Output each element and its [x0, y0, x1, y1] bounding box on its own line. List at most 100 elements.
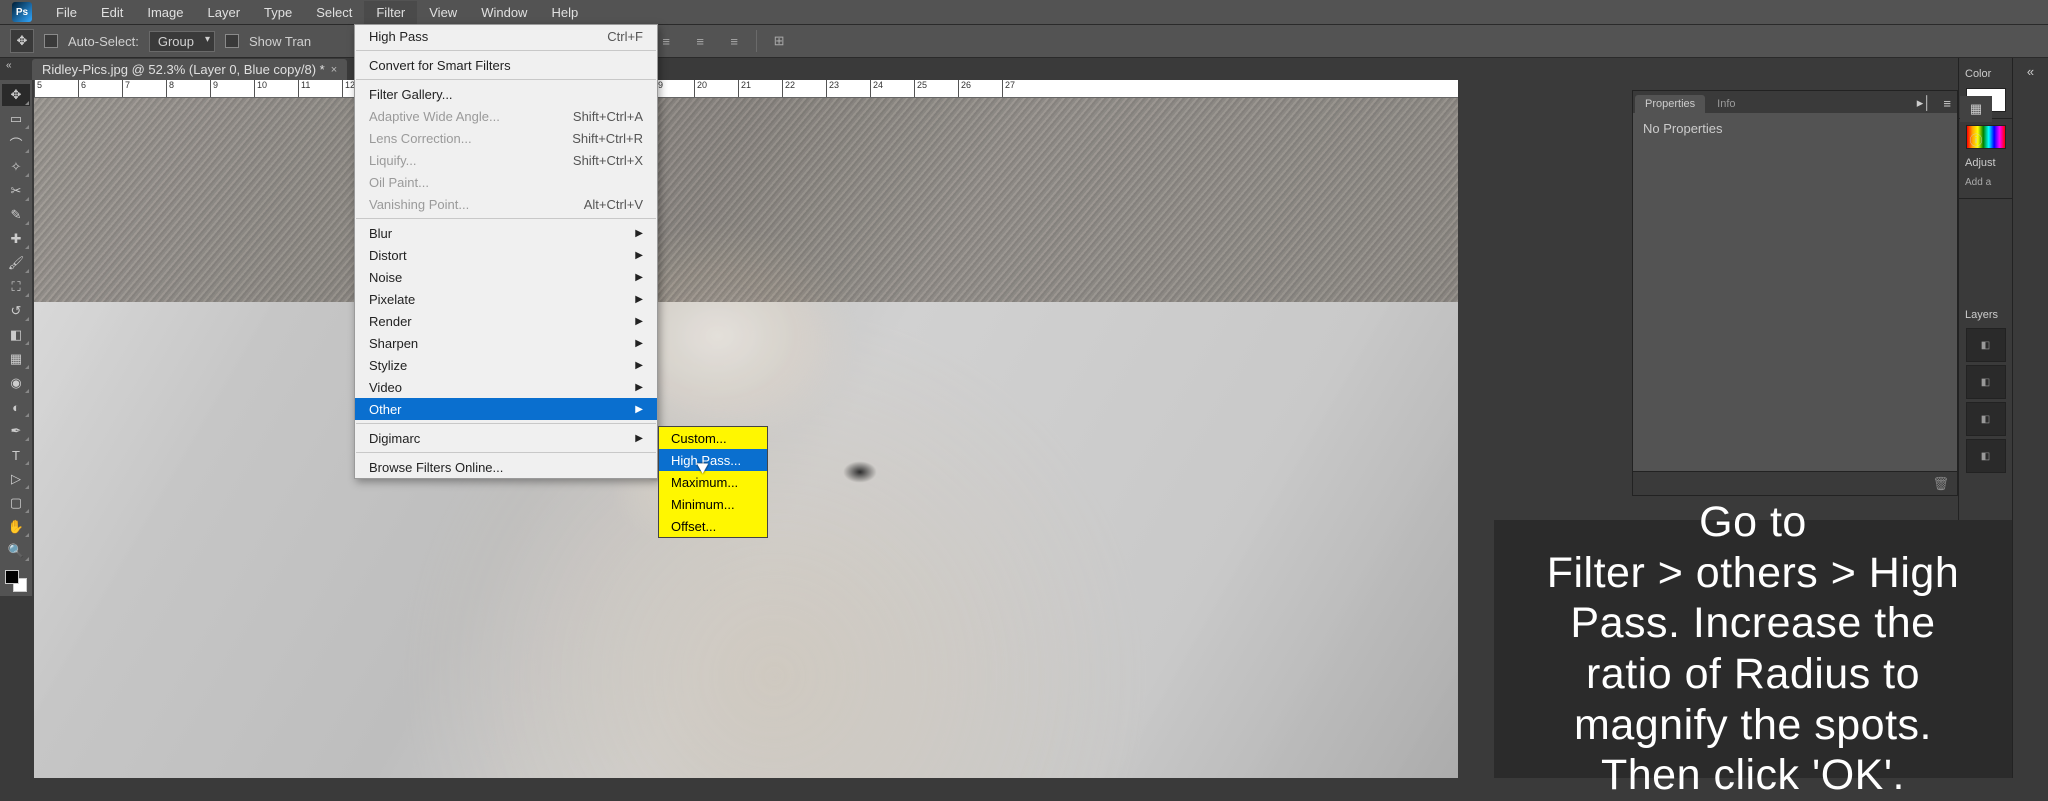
tab-info[interactable]: Info — [1707, 95, 1745, 113]
collapse-panel-icon[interactable]: ▸│ — [1911, 93, 1938, 113]
filter-adaptive-wide-angle[interactable]: Adaptive Wide Angle... Shift+Ctrl+A — [355, 105, 657, 127]
layers-panel-label[interactable]: Layers — [1959, 305, 2012, 325]
filter-stylize-group[interactable]: Stylize▶ — [355, 354, 657, 376]
tool-rect-marquee[interactable]: ▭ — [2, 108, 30, 130]
color-panel-label[interactable]: Color — [1959, 64, 2012, 84]
tool-eyedropper[interactable]: ✎ — [2, 204, 30, 226]
chevron-right-icon: ▶ — [635, 272, 643, 283]
collapse-icon[interactable]: « — [6, 60, 12, 71]
filter-lens-correction[interactable]: Lens Correction... Shift+Ctrl+R — [355, 127, 657, 149]
tool-gradient[interactable]: ▦ — [2, 348, 30, 370]
tool-history-brush[interactable]: ↺ — [2, 300, 30, 322]
filter-noise-group[interactable]: Noise▶ — [355, 266, 657, 288]
menu-select[interactable]: Select — [304, 1, 364, 24]
filter-gallery[interactable]: Filter Gallery... — [355, 83, 657, 105]
chevron-right-icon: ▶ — [635, 294, 643, 305]
histogram-icon[interactable]: ▦ — [1960, 96, 1992, 122]
tool-rectangle[interactable]: ▢ — [2, 492, 30, 514]
filter-last-used[interactable]: High Pass Ctrl+F — [355, 25, 657, 47]
filter-oil-paint[interactable]: Oil Paint... — [355, 171, 657, 193]
arrange-icon[interactable]: ⊞ — [767, 29, 791, 53]
expand-icon[interactable]: « — [2013, 58, 2048, 84]
panel-menu-icon[interactable]: ≡ — [1937, 94, 1957, 113]
tool-clone-stamp[interactable]: ⛶ — [2, 276, 30, 298]
show-transform-checkbox[interactable] — [225, 34, 239, 48]
color-swatch[interactable] — [5, 570, 27, 592]
panel-tabs: Properties Info ▸│ ≡ — [1633, 91, 1957, 113]
tool-type[interactable]: T — [2, 444, 30, 466]
chevron-right-icon: ▶ — [635, 433, 643, 444]
item-label: Lens Correction... — [369, 131, 472, 146]
menu-file[interactable]: File — [44, 1, 89, 24]
tool-crop[interactable]: ✂ — [2, 180, 30, 202]
chevron-right-icon: ▶ — [635, 338, 643, 349]
ruler-tick: 27 — [1002, 80, 1046, 97]
foreground-color[interactable] — [5, 570, 19, 584]
tool-blur[interactable]: ◉ — [2, 372, 30, 394]
other-offset[interactable]: Offset... — [659, 515, 767, 537]
menu-type[interactable]: Type — [252, 1, 304, 24]
tool-dodge[interactable]: ◐ — [2, 396, 30, 418]
tool-brush[interactable]: 🖌 — [2, 252, 30, 274]
menu-filter[interactable]: Filter — [364, 1, 417, 24]
menu-layer[interactable]: Layer — [196, 1, 253, 24]
tab-properties[interactable]: Properties — [1635, 95, 1705, 113]
tool-path-select[interactable]: ▷ — [2, 468, 30, 490]
menu-separator — [356, 79, 656, 80]
filter-distort-group[interactable]: Distort▶ — [355, 244, 657, 266]
menu-separator — [356, 452, 656, 453]
filter-convert-smart[interactable]: Convert for Smart Filters — [355, 54, 657, 76]
filter-other-group[interactable]: Other▶ — [355, 398, 657, 420]
tool-eraser[interactable]: ◧ — [2, 324, 30, 346]
auto-select-dropdown[interactable]: Group — [149, 31, 215, 52]
layer-thumb[interactable]: ◧ — [1966, 439, 2006, 473]
ruler-tick: 10 — [254, 80, 298, 97]
menu-help[interactable]: Help — [539, 1, 590, 24]
filter-browse-online[interactable]: Browse Filters Online... — [355, 456, 657, 478]
layer-thumb[interactable]: ◧ — [1966, 365, 2006, 399]
close-tab-icon[interactable]: × — [331, 64, 337, 76]
menu-window[interactable]: Window — [469, 1, 539, 24]
filter-sharpen-group[interactable]: Sharpen▶ — [355, 332, 657, 354]
filter-liquify[interactable]: Liquify... Shift+Ctrl+X — [355, 149, 657, 171]
menu-separator — [356, 423, 656, 424]
ruler-tick: 25 — [914, 80, 958, 97]
menu-view[interactable]: View — [417, 1, 469, 24]
ruler-tick: 6 — [78, 80, 122, 97]
menu-edit[interactable]: Edit — [89, 1, 135, 24]
menu-bar: Ps File Edit Image Layer Type Select Fil… — [0, 0, 2048, 24]
panel-footer: 🗑 — [1633, 471, 1957, 495]
tool-spot-heal[interactable]: ✚ — [2, 228, 30, 250]
distribute-icon[interactable]: ≡ — [688, 29, 712, 53]
filter-vanishing-point[interactable]: Vanishing Point... Alt+Ctrl+V — [355, 193, 657, 215]
filter-video-group[interactable]: Video▶ — [355, 376, 657, 398]
ruler-tick: 21 — [738, 80, 782, 97]
layer-thumb[interactable]: ◧ — [1966, 328, 2006, 362]
filter-render-group[interactable]: Render▶ — [355, 310, 657, 332]
properties-panel: Properties Info ▸│ ≡ No Properties 🗑 — [1632, 90, 1958, 496]
filter-blur-group[interactable]: Blur▶ — [355, 222, 657, 244]
other-high-pass[interactable]: High Pass... — [659, 449, 767, 471]
tool-move[interactable]: ✥ — [2, 84, 30, 106]
document-tab[interactable]: Ridley-Pics.jpg @ 52.3% (Layer 0, Blue c… — [32, 59, 347, 80]
distribute-icon[interactable]: ≡ — [722, 29, 746, 53]
shortcut-label: Ctrl+F — [607, 29, 643, 44]
tool-hand[interactable]: ✋ — [2, 516, 30, 538]
adjustments-label[interactable]: Adjust — [1959, 153, 2012, 173]
trash-icon[interactable]: 🗑 — [1932, 476, 1949, 492]
tool-pen[interactable]: ✒ — [2, 420, 30, 442]
ruler-tick: 7 — [122, 80, 166, 97]
menu-image[interactable]: Image — [135, 1, 195, 24]
layer-thumb[interactable]: ◧ — [1966, 402, 2006, 436]
move-tool-icon[interactable]: ✥ — [10, 29, 34, 53]
filter-pixelate-group[interactable]: Pixelate▶ — [355, 288, 657, 310]
tool-zoom[interactable]: 🔍 — [2, 540, 30, 562]
filter-digimarc[interactable]: Digimarc▶ — [355, 427, 657, 449]
info-icon[interactable]: ⓘ — [1960, 126, 1992, 152]
tool-lasso[interactable]: ⌒ — [2, 132, 30, 154]
other-custom[interactable]: Custom... — [659, 427, 767, 449]
auto-select-checkbox[interactable] — [44, 34, 58, 48]
other-minimum[interactable]: Minimum... — [659, 493, 767, 515]
tool-magic-wand[interactable]: ✧ — [2, 156, 30, 178]
other-maximum[interactable]: Maximum... — [659, 471, 767, 493]
